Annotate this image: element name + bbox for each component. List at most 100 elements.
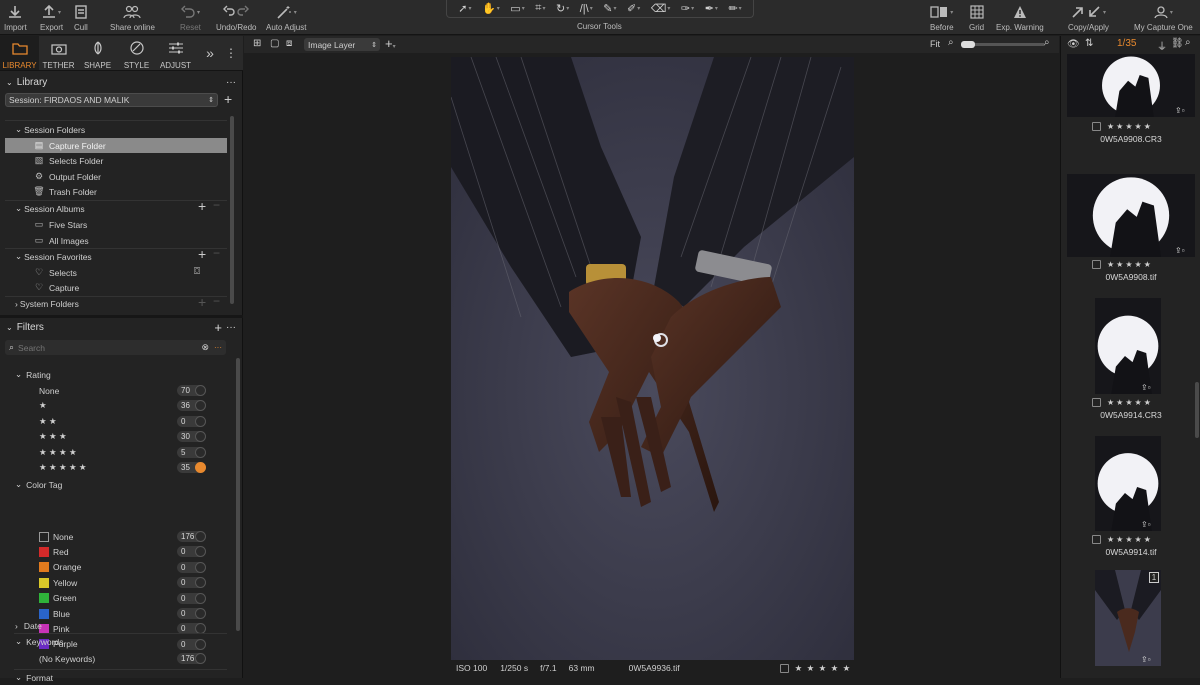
rating-filter-item[interactable]: ★ ★ <box>39 414 57 429</box>
session-folders-header[interactable]: ⌄ Session Folders <box>15 122 85 137</box>
thumbnail[interactable] <box>1095 570 1161 666</box>
star-rating[interactable]: ★★★★★ <box>1107 122 1153 131</box>
folder-trash[interactable]: 🗑 Trash Folder <box>33 184 97 199</box>
zoom-slider[interactable] <box>961 41 1045 48</box>
system-folders-header[interactable]: › System Folders <box>15 296 79 311</box>
zoom-slider-handle[interactable] <box>961 41 975 48</box>
select-checkbox[interactable] <box>1092 122 1101 131</box>
add-album-button[interactable]: + <box>198 198 206 214</box>
add-layer-button[interactable]: +▾ <box>385 36 396 51</box>
folder-selects[interactable]: ▧ Selects Folder <box>33 153 104 168</box>
star-rating[interactable]: ★★★★★ <box>1107 260 1153 269</box>
rating-count[interactable]: 35 <box>177 462 206 473</box>
crop-tool[interactable]: ⌗ ▾ <box>535 2 545 15</box>
import-button[interactable]: Import <box>4 0 27 35</box>
rating-filter-item[interactable]: ★ <box>39 398 47 413</box>
rating-filter-item[interactable]: ★ ★ ★ ★ <box>39 445 77 460</box>
color-tag-filter-item[interactable]: Orange <box>39 560 81 575</box>
date-filter-header[interactable]: › Date <box>15 618 42 633</box>
browser-scrollbar[interactable] <box>1195 382 1199 438</box>
export-button[interactable]: ▾ Export <box>40 0 63 35</box>
copy-apply-button[interactable]: ▾ Copy/Apply <box>1068 0 1109 35</box>
rating-filter-item[interactable]: ★ ★ ★ ★ ★ <box>39 460 87 475</box>
before-button[interactable]: ▾ Before <box>930 0 954 35</box>
add-session-button[interactable]: + <box>224 91 232 107</box>
select-checkbox[interactable] <box>1092 260 1101 269</box>
add-system-folder-button[interactable]: + <box>198 294 206 310</box>
tabs-menu-button[interactable]: ⋮ <box>225 36 237 70</box>
color-tag-filter-header[interactable]: ⌄ Color Tag <box>15 477 62 492</box>
rating-count[interactable]: 0 <box>177 415 206 427</box>
rating-count[interactable]: 70 <box>177 385 206 396</box>
tab-library[interactable]: LIBRARY <box>0 36 39 70</box>
filter-search-input[interactable] <box>18 342 179 353</box>
keywords-filter-header[interactable]: ⌄ Keywords <box>15 634 63 649</box>
folder-capture[interactable]: ▤ Capture Folder <box>5 138 227 153</box>
cull-button[interactable]: Cull <box>74 0 88 35</box>
color-tag-filter-item[interactable]: Green <box>39 591 77 606</box>
search-options-icon[interactable]: ··· <box>214 343 222 352</box>
folder-output[interactable]: ⚙ Output Folder <box>33 169 101 184</box>
filters-scrollbar[interactable] <box>236 358 240 631</box>
spot-removal-tool[interactable]: ✎ ▾ <box>603 2 616 15</box>
zoom-out-icon[interactable]: ⌕ <box>948 37 954 48</box>
picker-tool[interactable]: ✑ ▾ <box>681 2 694 15</box>
select-checkbox[interactable] <box>1092 535 1101 544</box>
star-rating[interactable]: ★★★★★ <box>1107 398 1153 407</box>
search-icon[interactable]: ⌕ <box>1185 37 1191 48</box>
chevron-down-icon[interactable]: ▾ <box>950 9 953 16</box>
reset-button[interactable]: ▾ Reset <box>180 0 201 35</box>
clear-search-icon[interactable]: ⊗ <box>201 342 209 353</box>
color-tag-count[interactable]: 0 <box>177 577 206 589</box>
favorite-selects[interactable]: ♡ Selects <box>33 265 77 280</box>
camera-icon[interactable]: ⌼ <box>194 266 200 277</box>
tab-style[interactable]: STYLE <box>117 36 156 70</box>
grid-view-icon[interactable]: ⊞ <box>253 38 261 49</box>
remove-album-button[interactable]: − <box>213 198 220 212</box>
chevron-down-icon[interactable]: ▾ <box>294 9 297 16</box>
album-five-stars[interactable]: ▭ Five Stars <box>33 217 88 232</box>
ellipsis-icon[interactable]: ··· <box>226 77 236 88</box>
color-tag-count[interactable]: 0 <box>177 608 206 619</box>
chevron-down-icon[interactable]: ▾ <box>1103 9 1106 16</box>
tab-tether[interactable]: TETHER <box>39 36 78 70</box>
star-rating[interactable]: ★ ★ ★ ★ ★ <box>795 663 852 674</box>
proof-view-icon[interactable]: ⧈ <box>286 38 292 49</box>
undo-redo-button[interactable]: Undo/Redo <box>216 0 256 35</box>
session-select[interactable]: Session: FIRDAOS AND MALIK ⇕ <box>5 93 218 107</box>
library-scrollbar[interactable] <box>230 116 234 304</box>
color-tag-count[interactable]: 0 <box>177 546 206 558</box>
star-rating[interactable]: ★★★★★ <box>1107 535 1153 544</box>
pan-cursor-tool[interactable]: ✋ ▾ <box>482 2 500 15</box>
remove-system-folder-button[interactable]: − <box>213 294 220 308</box>
rating-filter-item[interactable]: ★ ★ ★ <box>39 429 67 444</box>
draw-mask-tool[interactable]: ✐ ▾ <box>627 2 640 15</box>
rotate-tool[interactable]: ↻ ▾ <box>556 2 569 15</box>
my-capture-one-button[interactable]: ▾ My Capture One <box>1134 0 1193 35</box>
chevron-down-icon[interactable]: ▾ <box>58 9 61 16</box>
exposure-warning-button[interactable]: Exp. Warning <box>996 0 1044 35</box>
filter-no-keywords[interactable]: (No Keywords) <box>39 651 95 666</box>
chevron-down-icon[interactable]: ▾ <box>1170 9 1173 16</box>
filters-section-header[interactable]: ⌄ Filters + ··· <box>0 319 240 335</box>
sort-icon[interactable]: ⇅ <box>1085 38 1093 49</box>
rating-count[interactable]: 5 <box>177 446 206 458</box>
link-icon[interactable]: ⛓ <box>1171 38 1184 49</box>
annotation-tool[interactable]: ✏ ▾ <box>728 2 741 15</box>
color-tag-filter-item[interactable]: Red <box>39 544 69 559</box>
rating-count[interactable]: 30 <box>177 431 206 443</box>
select-cursor-tool[interactable]: ➚ ▾ <box>458 2 471 15</box>
filter-icon[interactable]: ⏚ <box>1157 38 1167 53</box>
no-keywords-count[interactable]: 176 <box>177 653 206 664</box>
album-all-images[interactable]: ▭ All Images <box>33 233 89 248</box>
color-tag-count[interactable]: 0 <box>177 561 206 573</box>
rating-count[interactable]: 36 <box>177 400 206 412</box>
remove-favorite-button[interactable]: − <box>213 246 220 260</box>
auto-adjust-button[interactable]: ▾ Auto Adjust <box>266 0 306 35</box>
ellipsis-icon[interactable]: ··· <box>226 322 236 333</box>
color-tag-count[interactable]: 0 <box>177 638 206 650</box>
rating-filter-item[interactable]: None <box>39 383 59 398</box>
tab-shape[interactable]: SHAPE <box>78 36 117 70</box>
main-photo[interactable] <box>451 57 854 660</box>
session-favorites-header[interactable]: ⌄ Session Favorites <box>15 249 92 264</box>
